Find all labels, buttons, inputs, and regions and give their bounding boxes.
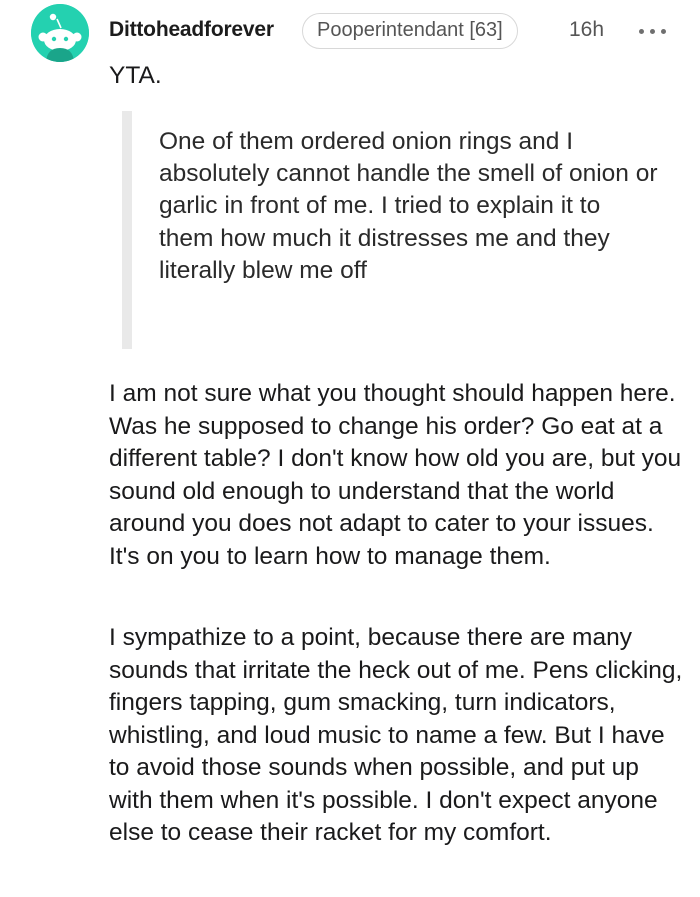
comment-timestamp: 16h: [569, 18, 605, 41]
comment-paragraph-1: I am not sure what you thought should ha…: [109, 380, 682, 570]
comment-author[interactable]: Dittoheadforever: [109, 18, 274, 42]
comment-paragraph-2: I sympathize to a point, because there a…: [109, 624, 683, 846]
user-flair: Pooperintendant [63]: [302, 13, 518, 49]
blockquote-text: One of them ordered onion rings and I ab…: [159, 128, 658, 284]
blockquote-bar: [122, 111, 132, 349]
snoo-avatar-icon: [31, 4, 89, 62]
more-options-icon[interactable]: [636, 16, 670, 46]
user-avatar[interactable]: [31, 4, 89, 62]
comment-verdict: YTA.: [109, 62, 162, 89]
comment-header: Dittoheadforever Pooperintendant [63] 16…: [0, 0, 700, 66]
